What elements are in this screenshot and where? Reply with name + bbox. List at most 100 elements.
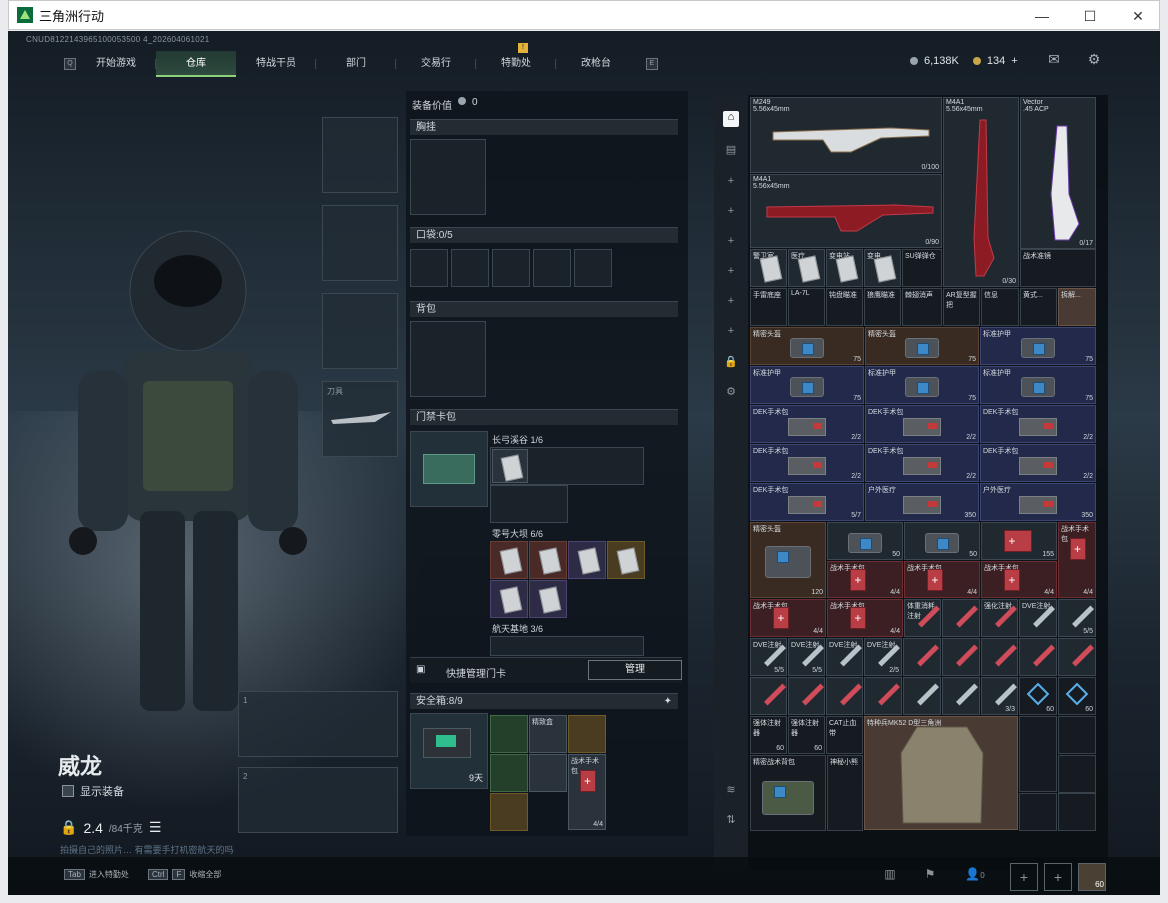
squad-add-slot[interactable]: + bbox=[1010, 863, 1038, 891]
collapse-hint[interactable]: Ctrl F 收缩全部 bbox=[148, 869, 221, 880]
list-icon[interactable]: ☰ bbox=[149, 819, 162, 836]
syringe-item[interactable] bbox=[903, 638, 941, 676]
syringe-item[interactable] bbox=[942, 638, 980, 676]
melee-slot[interactable]: 刀具 bbox=[322, 381, 398, 457]
attachment-item[interactable]: SU弹弹仓 bbox=[902, 249, 942, 287]
attachment-item[interactable]: 黄式... bbox=[1020, 288, 1057, 326]
add-tab-icon[interactable]: + bbox=[723, 325, 739, 341]
add-tab-icon[interactable]: + bbox=[723, 235, 739, 251]
tab-trading[interactable]: 交易行 bbox=[396, 51, 476, 77]
safebox-item[interactable] bbox=[568, 715, 606, 753]
safebox-item[interactable]: 精致盒 bbox=[529, 715, 567, 753]
medkit-item[interactable]: DEK手术包 2/2 bbox=[750, 405, 864, 443]
tab-operators[interactable]: 特战干员 bbox=[236, 51, 316, 77]
sort-icon[interactable]: ⇅ bbox=[723, 813, 739, 829]
friends-icon[interactable]: 👤0 bbox=[960, 867, 990, 887]
medkit-item[interactable]: DEK手术包 2/2 bbox=[750, 444, 864, 482]
syringe-item[interactable] bbox=[942, 677, 980, 715]
syringe-item[interactable] bbox=[942, 599, 980, 637]
syringe-item[interactable] bbox=[981, 638, 1018, 676]
layers-icon[interactable]: ≋ bbox=[723, 783, 739, 799]
pistol-slot[interactable] bbox=[322, 293, 398, 369]
syringe-item[interactable] bbox=[788, 677, 825, 715]
stats-icon[interactable]: ▥ bbox=[878, 867, 902, 887]
manage-button[interactable]: 管理 bbox=[588, 660, 682, 680]
ticket-icon[interactable]: ▤ bbox=[723, 143, 739, 159]
helmet-item[interactable]: 精密头盔 75 bbox=[865, 327, 979, 365]
syringe-item[interactable]: DVE注射 5/5 bbox=[788, 638, 825, 676]
nav-next-key[interactable]: E bbox=[646, 58, 658, 70]
syringe-item[interactable]: 体重消耗注射 bbox=[904, 599, 941, 637]
keycard-item[interactable]: 警卫室 bbox=[750, 249, 787, 287]
show-equipment-toggle[interactable]: 显示装备 bbox=[62, 783, 124, 799]
pocket-slot[interactable] bbox=[451, 249, 489, 287]
tab-department[interactable]: 部门 bbox=[316, 51, 396, 77]
chest-rig-slot[interactable] bbox=[410, 139, 486, 215]
weapon-slot-1[interactable]: 1 bbox=[238, 691, 398, 757]
squad-add-slot[interactable]: + bbox=[1044, 863, 1072, 891]
gadget-item[interactable] bbox=[1058, 793, 1096, 831]
add-tab-icon[interactable]: + bbox=[723, 265, 739, 281]
settings-gear-icon[interactable]: ⚙ bbox=[1082, 51, 1106, 71]
pocket-slot[interactable] bbox=[410, 249, 448, 287]
keycard-item[interactable]: 医疗... bbox=[788, 249, 825, 287]
tab-start-game[interactable]: 开始游戏 bbox=[76, 51, 156, 77]
attachment-item[interactable]: 手雷底座 bbox=[750, 288, 787, 326]
weapon-item[interactable]: M4A1 5.56x45mm 0/90 bbox=[750, 174, 942, 248]
add-tab-icon[interactable]: + bbox=[723, 205, 739, 221]
gadget-item[interactable] bbox=[1019, 793, 1057, 831]
armor-item[interactable]: 标准护甲 75 bbox=[980, 327, 1096, 365]
keycard-case-slot[interactable] bbox=[410, 431, 488, 507]
attachment-item[interactable]: 战术准镜 bbox=[1020, 249, 1096, 287]
attachment-item[interactable]: 狼鹰瞄准 bbox=[864, 288, 901, 326]
keycard-item[interactable] bbox=[529, 541, 567, 579]
armor-slot[interactable] bbox=[322, 205, 398, 281]
attachment-item[interactable]: 棘翅消声 bbox=[902, 288, 942, 326]
tourniquet-item[interactable]: CAT止血带 bbox=[826, 716, 863, 754]
injector-item[interactable]: 60 bbox=[1058, 677, 1096, 715]
syringe-item[interactable] bbox=[903, 677, 941, 715]
keycard-item[interactable] bbox=[529, 580, 567, 618]
safebox-item[interactable]: 战术手术包4/4 bbox=[568, 754, 606, 830]
armor-item[interactable]: 标准护甲 75 bbox=[750, 366, 864, 404]
attachment-item[interactable]: AR复型握把 bbox=[943, 288, 980, 326]
checkbox-icon[interactable] bbox=[62, 785, 74, 797]
safebox-item[interactable] bbox=[490, 715, 528, 753]
syringe-item[interactable]: DVE注射 5/5 bbox=[750, 638, 787, 676]
figurine-item[interactable]: 神秘小熊 bbox=[827, 755, 863, 831]
medkit-item[interactable]: DEK手术包 2/2 bbox=[980, 444, 1096, 482]
attachment-item[interactable]: LA-7L bbox=[788, 288, 825, 326]
medkit-item[interactable]: DEK手术包 2/2 bbox=[865, 405, 979, 443]
keycard-item[interactable]: 变电站 bbox=[826, 249, 863, 287]
weapon-item[interactable]: Vector .45 ACP 0/17 bbox=[1020, 97, 1096, 249]
attachment-item[interactable]: 钝盘瞄准 bbox=[826, 288, 863, 326]
medkit-item[interactable]: 户外医疗 350 bbox=[865, 483, 979, 521]
keycard-item[interactable] bbox=[492, 449, 528, 483]
armor-item[interactable]: 标准护甲 75 bbox=[980, 366, 1096, 404]
surgery-kit-item[interactable]: 战术手术包4/4 bbox=[1058, 522, 1096, 598]
nav-prev-key[interactable]: Q bbox=[64, 58, 76, 70]
pocket-slot[interactable] bbox=[533, 249, 571, 287]
injector-item[interactable]: 60 bbox=[1019, 677, 1057, 715]
minimize-button[interactable]: — bbox=[1019, 1, 1065, 31]
medkit-item[interactable]: DEK手术包 2/2 bbox=[865, 444, 979, 482]
helmet-item[interactable]: 50 bbox=[827, 522, 903, 560]
tab-warehouse[interactable]: 仓库 bbox=[156, 51, 236, 77]
syringe-item[interactable]: 3/3 bbox=[981, 677, 1018, 715]
weapon-item[interactable]: M249 5.56x45mm 0/100 bbox=[750, 97, 942, 173]
syringe-item[interactable] bbox=[864, 677, 902, 715]
pocket-slot[interactable] bbox=[492, 249, 530, 287]
gadget-item[interactable] bbox=[1019, 716, 1057, 792]
syringe-item[interactable]: DVE注射 bbox=[826, 638, 863, 676]
attachment-item[interactable]: 拆解... bbox=[1058, 288, 1096, 326]
keycard-item[interactable] bbox=[568, 541, 606, 579]
syringe-item[interactable] bbox=[1058, 638, 1096, 676]
syringe-item[interactable] bbox=[1019, 638, 1057, 676]
gadget-item[interactable] bbox=[1058, 716, 1096, 754]
medkit-item[interactable]: DEK手术包 5/7 bbox=[750, 483, 864, 521]
surgery-kit-item[interactable]: 战术手术包4/4 bbox=[981, 561, 1057, 598]
keycard-item[interactable] bbox=[490, 541, 528, 579]
medkit-item[interactable]: DEK手术包 2/2 bbox=[980, 405, 1096, 443]
backpack-slot[interactable] bbox=[410, 321, 486, 397]
gadget-item[interactable] bbox=[1058, 755, 1096, 793]
